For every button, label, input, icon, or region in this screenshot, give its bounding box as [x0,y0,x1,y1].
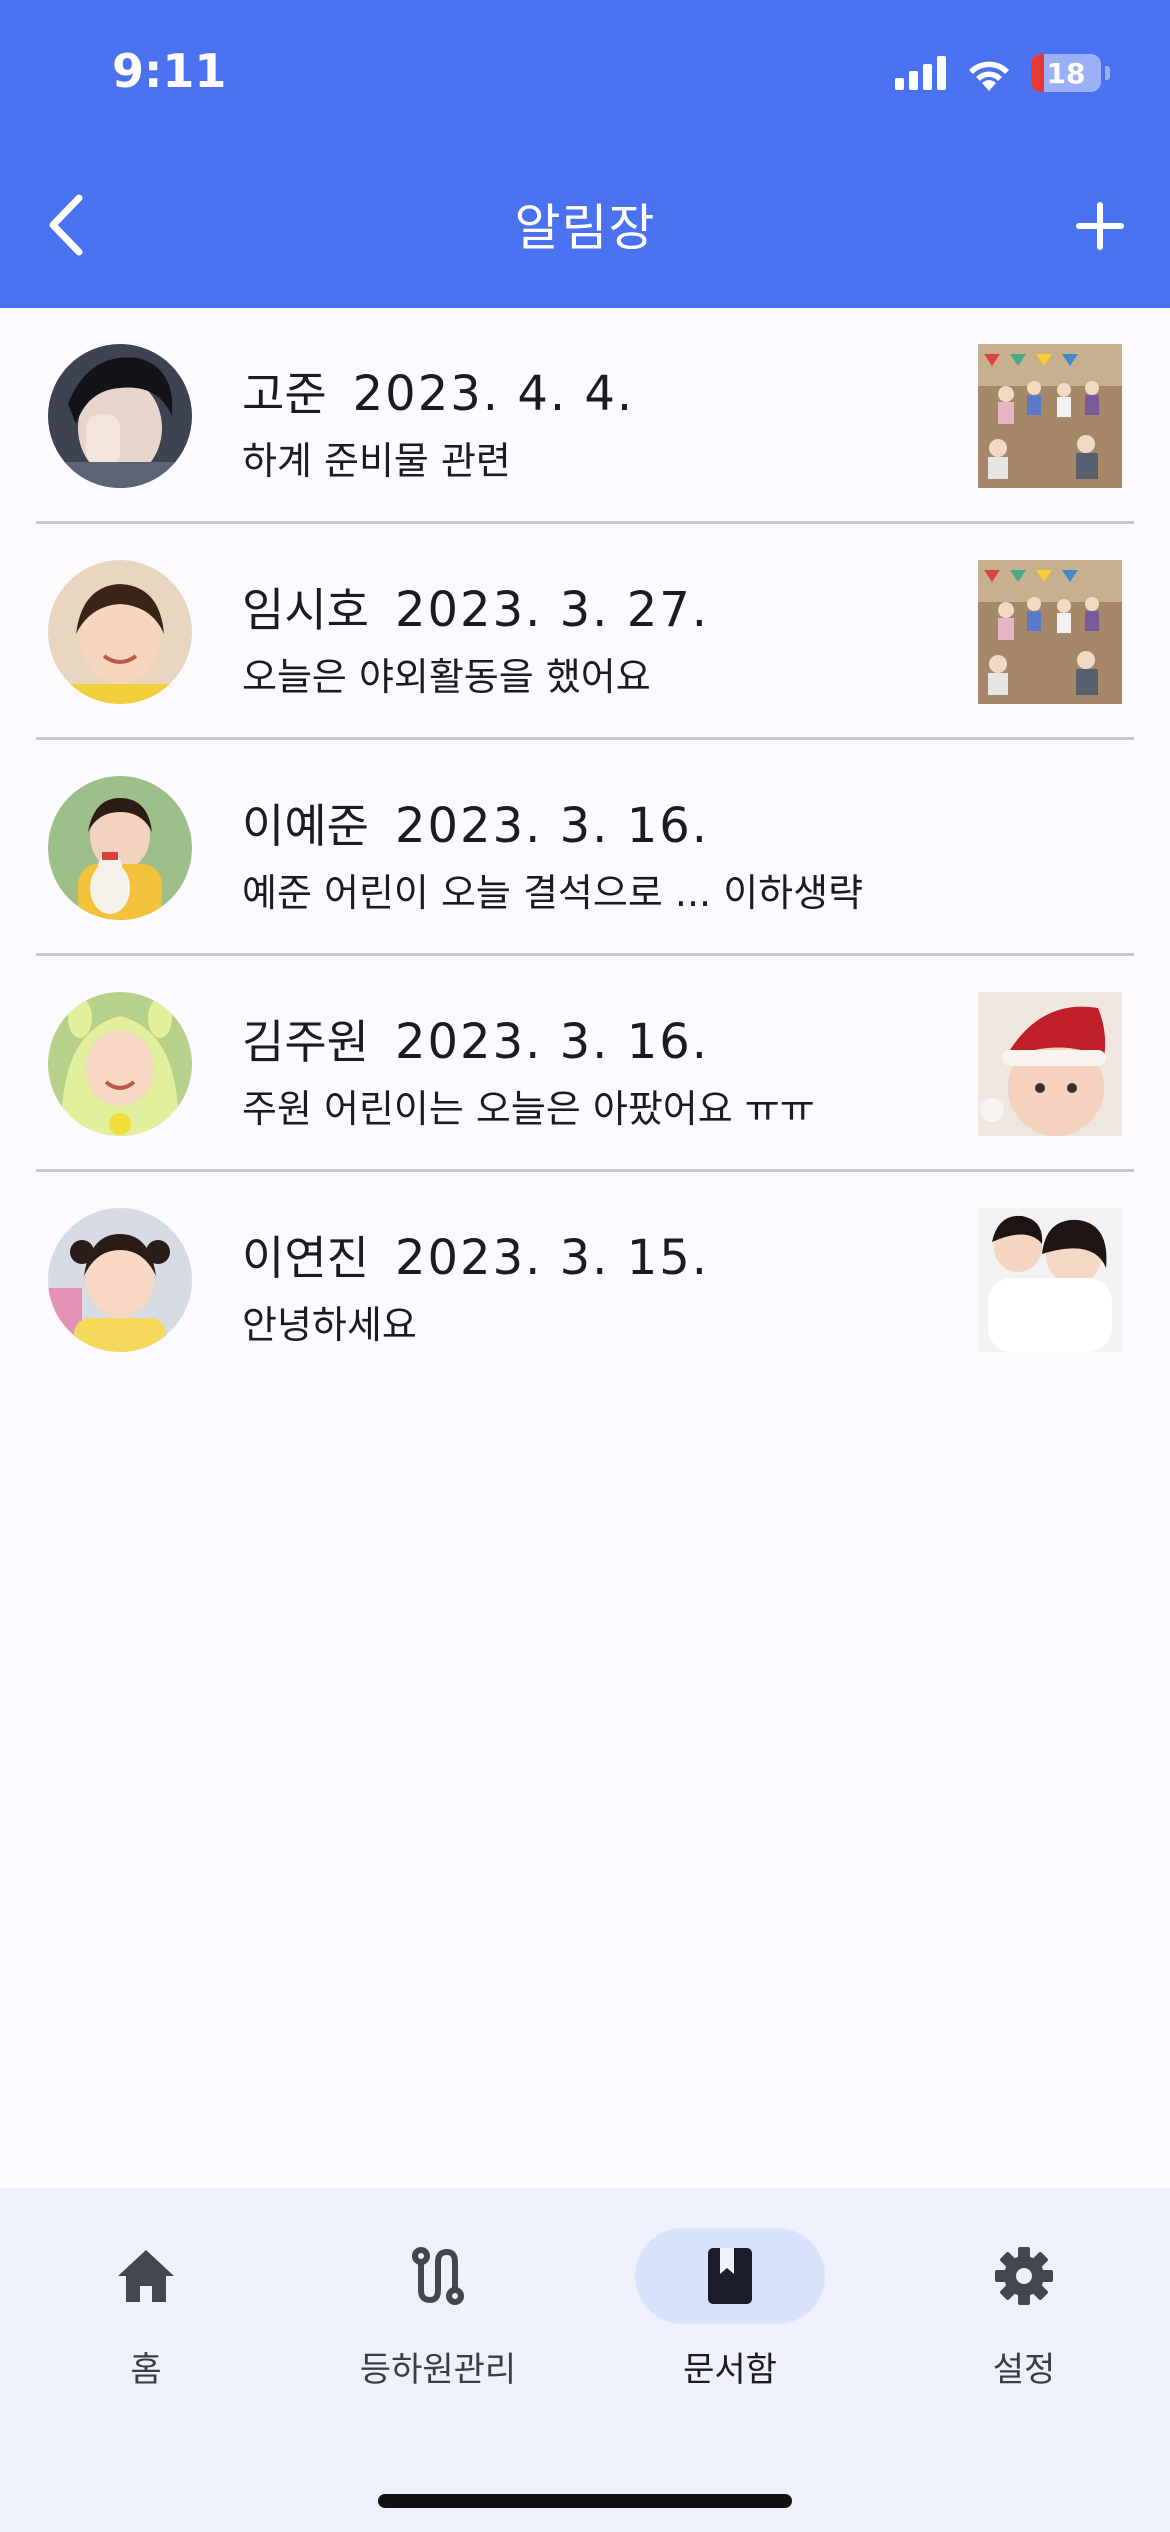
status-time: 9:11 [112,44,227,98]
nav-documents[interactable]: 문서함 [620,2228,840,2390]
notice-item[interactable]: 임시호 2023. 3. 27. 오늘은 야외활동을 했어요 [36,524,1134,740]
battery-tip [1105,66,1110,80]
notice-date: 2023. 3. 16. [394,1014,710,1070]
nav-home-pill [51,2228,241,2324]
notice-preview: 안녕하세요 [242,1303,417,1347]
avatar [48,560,192,704]
notice-preview: 예준 어린이 오늘 결석으로 ... 이하생략 [242,871,864,915]
notice-header: 이예준 2023. 3. 16. [242,790,709,856]
notice-list: 고준 2023. 4. 4. 하계 준비물 관련 임시호 2023. 3. 27… [36,308,1134,1388]
nav-documents-label: 문서함 [683,2350,777,2390]
nav-settings-label: 설정 [992,2350,1056,2390]
notice-date: 2023. 3. 27. [394,582,710,638]
notice-item[interactable]: 이연진 2023. 3. 15. 안녕하세요 [36,1172,1134,1388]
notice-item[interactable]: 고준 2023. 4. 4. 하계 준비물 관련 [36,308,1134,524]
battery-percent: 18 [1046,56,1086,90]
notice-thumbnail [978,992,1122,1136]
child-name: 고준 [242,367,327,421]
avatar [48,344,192,488]
app-header: 9:11 18 알림장 [0,0,1170,308]
nav-home-label: 홈 [130,2350,162,2390]
nav-settings[interactable]: 설정 [914,2228,1134,2390]
nav-settings-pill [929,2228,1119,2324]
add-notice-button[interactable] [1070,196,1130,256]
avatar [48,992,192,1136]
notice-preview: 오늘은 야외활동을 했어요 [242,655,651,699]
notice-thumbnail [978,344,1122,488]
status-icons: 18 [895,52,1110,94]
nav-home[interactable]: 홈 [36,2228,256,2390]
notice-preview: 주원 어린이는 오늘은 아팠어요 ㅠㅠ [242,1087,815,1131]
route-icon [412,2247,464,2305]
notice-header: 고준 2023. 4. 4. [242,358,634,424]
child-name: 이예준 [242,799,369,853]
child-name: 김주원 [242,1015,369,1069]
nav-attendance-pill [343,2228,533,2324]
notice-preview: 하계 준비물 관련 [242,439,511,483]
home-icon [118,2250,174,2302]
page-title: 알림장 [514,199,656,257]
child-name: 임시호 [242,583,369,637]
notice-thumbnail [978,1208,1122,1352]
home-indicator [378,2494,792,2508]
notice-header: 임시호 2023. 3. 27. [242,574,709,640]
avatar [48,776,192,920]
notice-date: 2023. 4. 4. [352,366,635,422]
nav-attendance-label: 등하원관리 [359,2350,517,2390]
gear-icon [995,2247,1053,2305]
notice-date: 2023. 3. 16. [394,798,710,854]
child-name: 이연진 [242,1231,369,1285]
notice-header: 이연진 2023. 3. 15. [242,1222,709,1288]
notice-header: 김주원 2023. 3. 16. [242,1006,709,1072]
nav-attendance[interactable]: 등하원관리 [328,2228,548,2390]
book-icon [708,2248,752,2304]
nav-documents-pill [635,2228,825,2324]
battery-indicator: 18 [1031,54,1101,92]
avatar [48,1208,192,1352]
notice-thumbnail [978,560,1122,704]
plus-icon [1076,202,1124,250]
bottom-navigation: 홈 등하원관리 문서함 설정 [0,2188,1170,2532]
notice-date: 2023. 3. 15. [394,1230,710,1286]
signal-icon [895,56,946,90]
notice-item[interactable]: 김주원 2023. 3. 16. 주원 어린이는 오늘은 아팠어요 ㅠㅠ [36,956,1134,1172]
wifi-icon [969,61,1009,91]
notice-item[interactable]: 이예준 2023. 3. 16. 예준 어린이 오늘 결석으로 ... 이하생략 [36,740,1134,956]
